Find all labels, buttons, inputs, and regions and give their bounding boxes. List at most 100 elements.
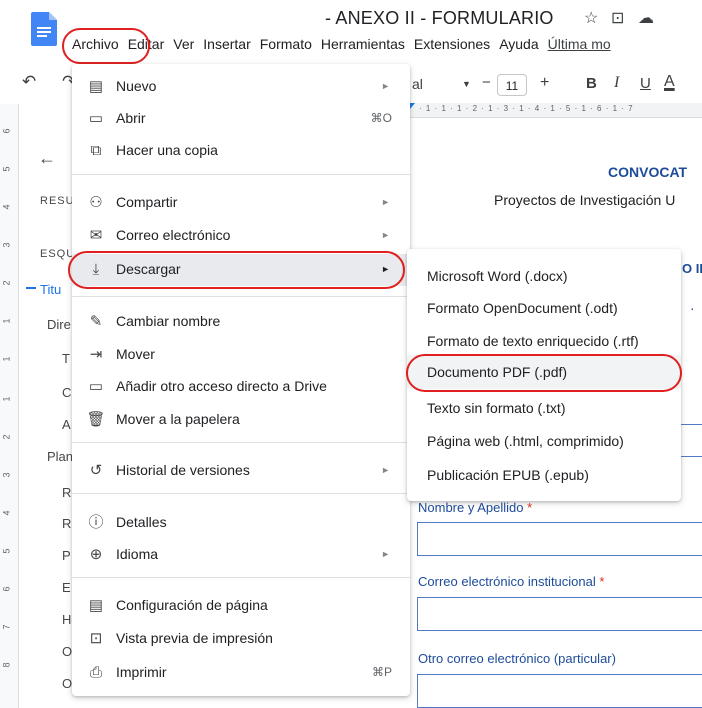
outline-heading: ESQU [40, 248, 76, 260]
menu-item-hacer-copia[interactable]: ⧉ Hacer una copia [72, 136, 410, 166]
font-size-decrease-button[interactable]: − [482, 74, 491, 91]
menu-separator [72, 296, 410, 297]
outline-active-indicator [26, 287, 36, 289]
ruler-scale: · 1 · 1 · 1 · 2 · 1 · 3 · 1 · 4 · 1 · 5 … [419, 104, 634, 113]
submenu-arrow-icon: ► [381, 465, 390, 475]
outline-item[interactable]: O [62, 644, 72, 659]
menu-item-mover[interactable]: ⇥ Mover [72, 340, 410, 370]
menu-item-correo[interactable]: ✉ Correo electrónico ► [72, 221, 410, 251]
doc-section-heading: O II [682, 261, 702, 276]
printer-icon: ⎙ [89, 664, 102, 681]
outline-item[interactable]: P [62, 548, 71, 563]
rename-icon: ✎ [89, 313, 103, 330]
outline-item[interactable]: A [62, 417, 71, 432]
font-dropdown-icon[interactable]: ▼ [462, 79, 471, 89]
move-folder-icon[interactable]: ⊡ [611, 8, 624, 28]
globe-icon: ⊕ [89, 546, 103, 563]
text-color-button[interactable]: A [664, 73, 675, 91]
download-txt[interactable]: Texto sin formato (.txt) [407, 391, 681, 425]
menu-separator [72, 442, 410, 443]
bold-button[interactable]: B [586, 75, 597, 92]
outline-item[interactable]: R [62, 485, 71, 500]
underline-button[interactable]: U [640, 75, 651, 92]
outline-item[interactable]: R [62, 516, 71, 531]
ruler-mark: 4 [1, 510, 12, 516]
institutional-email-field[interactable] [417, 597, 702, 631]
other-email-field[interactable] [417, 674, 702, 708]
ruler-mark: 3 [1, 472, 12, 478]
menu-ver[interactable]: Ver [173, 36, 194, 52]
outline-item[interactable]: O [62, 676, 72, 691]
docs-logo-icon[interactable] [31, 12, 57, 46]
cloud-status-icon[interactable]: ☁ [638, 8, 654, 28]
pdf-highlight-annotation [406, 354, 682, 392]
name-field[interactable] [417, 522, 702, 556]
menu-item-historial[interactable]: ↺ Historial de versiones ► [72, 456, 410, 486]
file-menu: ▤ Nuevo ► ▭ Abrir ⌘O ⧉ Hacer una copia ⚇… [72, 64, 410, 696]
font-size-input[interactable]: 11 [497, 74, 527, 96]
shortcut-label: ⌘P [371, 665, 392, 679]
menu-insertar[interactable]: Insertar [203, 36, 250, 52]
document-icon: ▤ [88, 78, 104, 95]
italic-button[interactable]: I [614, 74, 619, 92]
star-icon[interactable]: ☆ [584, 8, 598, 28]
archivo-highlight-annotation [62, 28, 150, 64]
outline-item[interactable]: Plan [47, 449, 73, 464]
download-docx[interactable]: Microsoft Word (.docx) [407, 259, 681, 293]
ruler-mark: 6 [1, 586, 12, 592]
submenu-arrow-icon: ► [381, 549, 390, 559]
outline-item[interactable]: Dire [47, 317, 71, 332]
menu-item-imprimir[interactable]: ⎙ Imprimir ⌘P [72, 658, 410, 688]
menu-item-idioma[interactable]: ⊕ Idioma ► [72, 540, 410, 570]
download-odt[interactable]: Formato OpenDocument (.odt) [407, 291, 681, 325]
ruler-mark: 6 [1, 128, 12, 134]
font-size-increase-button[interactable]: + [540, 74, 549, 92]
menu-ayuda[interactable]: Ayuda [499, 36, 538, 52]
doc-heading: CONVOCAT [608, 164, 688, 180]
menu-item-nuevo[interactable]: ▤ Nuevo ► [72, 72, 410, 102]
menu-separator [72, 577, 410, 578]
font-name[interactable]: al [412, 76, 423, 92]
outline-item[interactable]: Titu [40, 282, 61, 297]
ruler-mark: 5 [1, 548, 12, 554]
doc-rule-line [680, 424, 702, 425]
horizontal-ruler: · 1 · 1 · 1 · 2 · 1 · 3 · 1 · 4 · 1 · 5 … [405, 103, 702, 118]
menu-item-detalles[interactable]: ⓘ Detalles [72, 508, 410, 538]
page-setup-icon: ▤ [88, 597, 104, 614]
undo-icon[interactable]: ↶ [22, 72, 36, 92]
last-edit-link[interactable]: Última mo [548, 36, 611, 52]
menu-item-acceso-directo[interactable]: ▭ Añadir otro acceso directo a Drive [72, 372, 410, 402]
menu-herramientas[interactable]: Herramientas [321, 36, 405, 52]
menu-item-abrir[interactable]: ▭ Abrir ⌘O [72, 104, 410, 134]
outline-item[interactable]: T [62, 351, 70, 366]
document-outline-sidebar: ← RESU ESQU Titu Dire T C A Plan R R P E… [18, 104, 74, 708]
field-label-institutional-email: Correo electrónico institucional * [418, 574, 605, 589]
menu-item-compartir[interactable]: ⚇ Compartir ► [72, 188, 410, 218]
menu-item-vista-previa[interactable]: ⊡ Vista previa de impresión [72, 624, 410, 654]
history-icon: ↺ [89, 462, 103, 479]
move-icon: ⇥ [89, 346, 103, 363]
ruler-mark: 1 [1, 318, 12, 324]
menu-item-configuracion-pagina[interactable]: ▤ Configuración de página [72, 591, 410, 621]
ruler-mark: 2 [1, 280, 12, 286]
menu-item-papelera[interactable]: 🗑 Mover a la papelera [72, 405, 410, 435]
outline-item[interactable]: H [62, 612, 71, 627]
download-epub[interactable]: Publicación EPUB (.epub) [407, 458, 681, 492]
menu-separator [72, 174, 410, 175]
menu-item-cambiar-nombre[interactable]: ✎ Cambiar nombre [72, 307, 410, 337]
menu-formato[interactable]: Formato [260, 36, 312, 52]
back-arrow-icon[interactable]: ← [38, 148, 56, 169]
trash-icon: 🗑 [86, 411, 106, 428]
document-title[interactable]: - ANEXO II - FORMULARIO [325, 8, 554, 29]
field-label-other-email: Otro correo electrónico (particular) [418, 651, 616, 666]
email-icon: ✉ [89, 227, 103, 244]
menu-extensiones[interactable]: Extensiones [414, 36, 490, 52]
folder-icon: ▭ [88, 110, 104, 127]
outline-item[interactable]: E [62, 580, 71, 595]
download-html[interactable]: Página web (.html, comprimido) [407, 424, 681, 458]
ruler-mark: 4 [1, 204, 12, 210]
download-rtf[interactable]: Formato de texto enriquecido (.rtf) [407, 324, 681, 358]
ruler-mark: 7 [1, 624, 12, 630]
ruler-mark: 2 [1, 434, 12, 440]
outline-item[interactable]: C [62, 385, 71, 400]
